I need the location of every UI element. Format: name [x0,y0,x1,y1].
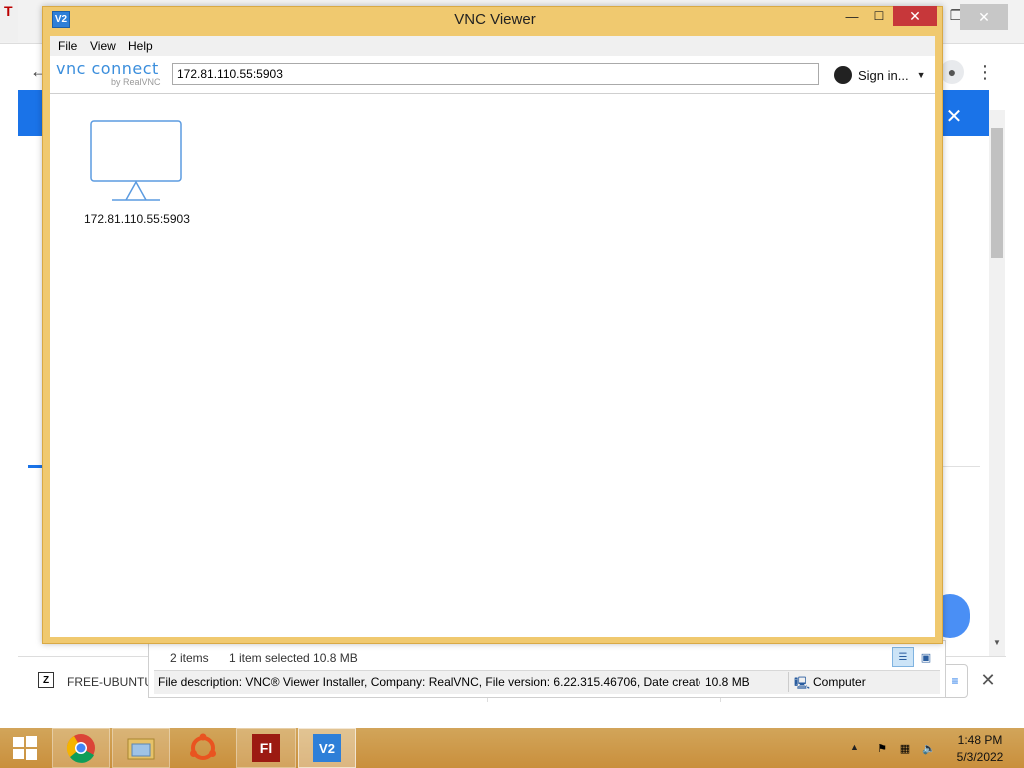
menu-file[interactable]: File [58,39,77,53]
browser-close-button[interactable]: ✕ [960,4,1008,30]
taskbar-ubuntu-button[interactable] [172,728,234,768]
details-view-icon[interactable]: ☰ [892,647,914,667]
vnc-viewer-icon: V2 [313,734,341,762]
selection-status: 1 item selected 10.8 MB [229,651,358,665]
vnc-app-icon[interactable]: V2 [52,11,70,28]
large-icons-view-icon[interactable]: ▣ [916,647,936,667]
network-icon[interactable]: ▦ [897,741,913,755]
scroll-down-arrow-icon[interactable]: ▼ [991,638,1003,650]
taskbar-explorer-button[interactable] [112,728,170,768]
security-zone: Computer [813,675,866,689]
taskbar-vnc-button[interactable]: V2 [298,728,356,768]
chevron-down-icon: ▼ [916,70,926,80]
more-menu-icon[interactable]: ⋮ [976,60,994,84]
show-hidden-icons-chevron-icon[interactable]: ▲ [850,742,859,752]
sign-in-label: Sign in... [858,67,909,83]
flash-icon: Fl [252,734,280,762]
start-button[interactable] [0,728,50,768]
logo-subtext: by RealVNC [111,77,161,87]
monitor-icon [90,120,182,201]
sign-in-button[interactable]: Sign in... ▼ [834,64,930,86]
tile-label: 172.81.110.55:5903 [84,212,190,226]
profile-avatar-icon[interactable]: ● [940,60,964,84]
volume-muted-icon[interactable]: 🔈 [921,741,937,755]
menu-help[interactable]: Help [128,39,153,53]
download-item-name[interactable]: FREE-UBUNTU [67,675,153,689]
vnc-connect-logo: vnc connect by RealVNC [56,59,166,89]
file-size: 10.8 MB [705,675,750,689]
computer-icon: 🖳 [794,676,811,690]
windows-logo-icon [13,736,37,760]
action-center-flag-icon[interactable]: ⚑ [874,741,890,755]
clock-date[interactable]: 5/3/2022 [950,750,1010,764]
scrollbar-thumb[interactable] [991,128,1003,258]
minimize-button[interactable]: — [838,6,866,26]
banner-close-icon[interactable]: ✕ [942,104,966,128]
taskbar-chrome-button[interactable] [52,728,110,768]
menu-view[interactable]: View [90,39,116,53]
maximize-button[interactable]: ☐ [865,6,893,26]
close-button[interactable]: ✕ [893,6,937,26]
logo-text: vnc connect [56,59,159,78]
folder-icon [127,738,155,760]
ubuntu-icon [190,733,216,760]
chrome-icon [66,734,95,763]
taskbar-flash-button[interactable]: Fl [236,728,296,768]
status-divider [788,672,789,692]
close-shelf-icon[interactable]: ✕ [978,670,998,690]
connection-tile[interactable]: 172.81.110.55:5903 [84,118,190,230]
file-description: File description: VNC® Viewer Installer,… [158,675,700,689]
address-input[interactable] [172,63,819,85]
zip-file-icon: Z [38,672,54,688]
menu-bar [50,36,935,56]
item-count: 2 items [170,651,209,665]
window-title: VNC Viewer [454,11,536,28]
clock-time[interactable]: 1:48 PM [950,733,1010,747]
user-icon [834,66,852,84]
tab-favicon-icon: T [4,3,13,19]
